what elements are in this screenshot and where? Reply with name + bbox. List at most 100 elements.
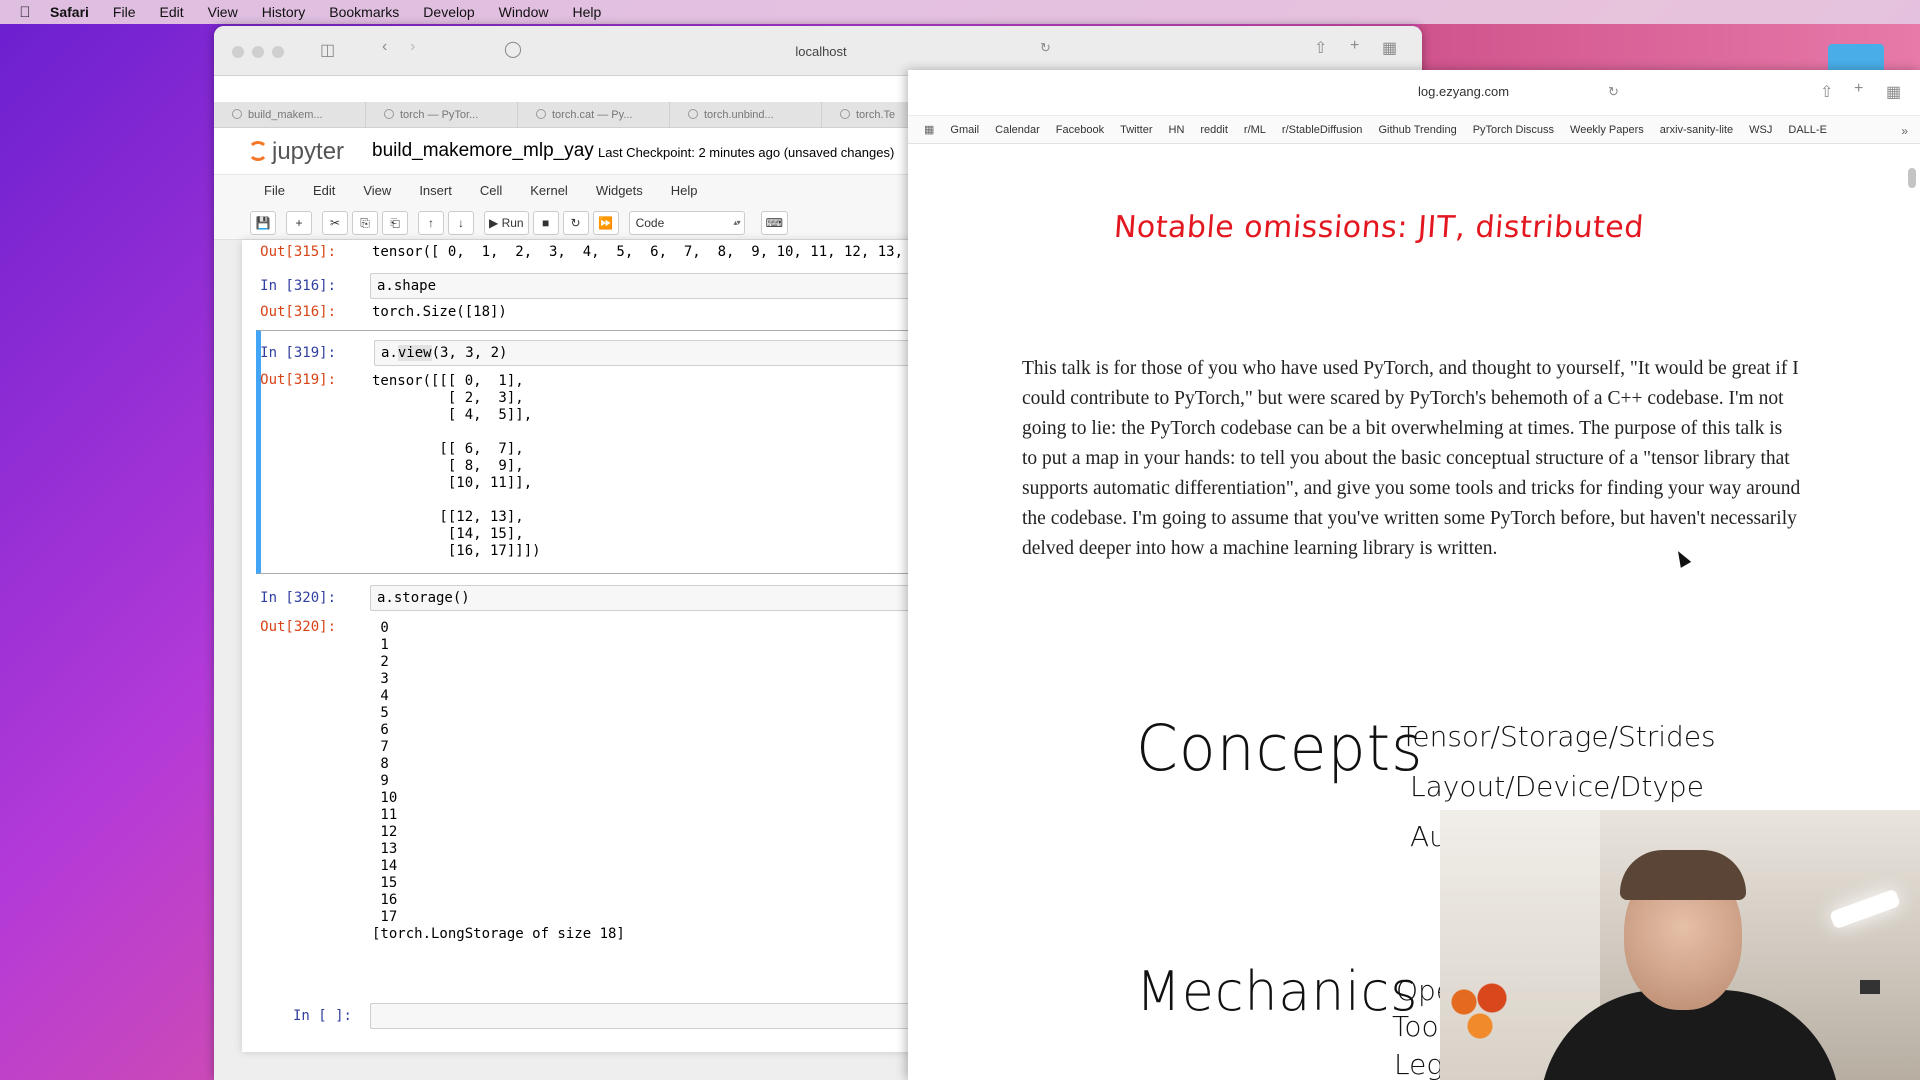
diagram-concepts-title: Concepts <box>1136 712 1424 786</box>
traffic-lights <box>232 46 284 58</box>
diagram-concept-item: Layout/Device/Dtype <box>1410 770 1704 803</box>
webcam-person-hair <box>1620 850 1746 900</box>
output-prompt: Out[315]: <box>260 244 336 260</box>
jp-menu-widgets[interactable]: Widgets <box>596 183 643 198</box>
address-bar[interactable]: localhost <box>576 38 1066 66</box>
input-prompt: In [320]: <box>260 590 336 606</box>
address-bar[interactable]: log.ezyang.com <box>1418 84 1618 99</box>
tab-overview-icon[interactable]: ▦ <box>1382 38 1397 58</box>
bookmark-arxiv-sanity[interactable]: arxiv-sanity-lite <box>1660 124 1733 136</box>
webcam-lamp <box>1829 888 1901 930</box>
minimize-window-button[interactable] <box>252 46 264 58</box>
cell-type-select[interactable]: Code <box>628 210 745 235</box>
forward-arrow-icon[interactable]: › <box>410 38 415 56</box>
webcam-flowers <box>1440 970 1520 1050</box>
reload-icon[interactable]: ↻ <box>1040 40 1051 56</box>
menu-safari[interactable]: Safari <box>50 4 89 20</box>
handwritten-heading: Notable omissions: JIT, distributed <box>1112 210 1646 245</box>
code-token: a. <box>381 345 398 361</box>
loading-icon <box>536 109 546 119</box>
bookmark-facebook[interactable]: Facebook <box>1056 124 1104 136</box>
menu-file[interactable]: File <box>113 4 136 20</box>
menu-edit[interactable]: Edit <box>159 4 183 20</box>
jp-menu-help[interactable]: Help <box>671 183 698 198</box>
grid-icon[interactable]: ▦ <box>924 123 934 136</box>
loading-icon <box>688 109 698 119</box>
webcam-picture-frame <box>1860 980 1880 994</box>
new-tab-icon[interactable]: + <box>1854 80 1863 98</box>
move-down-icon[interactable]: ↓ <box>448 210 474 235</box>
jp-menu-kernel[interactable]: Kernel <box>530 183 568 198</box>
menu-window[interactable]: Window <box>499 4 549 20</box>
jp-menu-insert[interactable]: Insert <box>419 183 452 198</box>
window-toolbar: ◫ ‹ › ◯ localhost ↻ ⇧ + ▦ <box>214 26 1422 76</box>
highlighted-token: view <box>397 345 432 361</box>
menu-help[interactable]: Help <box>572 4 601 20</box>
new-tab-icon[interactable]: + <box>1350 37 1359 55</box>
zoom-window-button[interactable] <box>272 46 284 58</box>
tab-torch[interactable]: torch — PyTor... <box>366 102 518 127</box>
menu-bookmarks[interactable]: Bookmarks <box>329 4 399 20</box>
bookmark-pytorch-discuss[interactable]: PyTorch Discuss <box>1473 124 1554 136</box>
bookmark-weekly-papers[interactable]: Weekly Papers <box>1570 124 1644 136</box>
add-cell-icon[interactable]: + <box>286 210 312 235</box>
code-token: (3, 3, 2) <box>431 345 508 361</box>
jp-menu-cell[interactable]: Cell <box>480 183 502 198</box>
jupyter-logo-icon <box>248 141 268 161</box>
checkpoint-status: Last Checkpoint: 2 minutes ago (unsaved … <box>598 145 895 160</box>
bookmark-calendar[interactable]: Calendar <box>995 124 1040 136</box>
output-prompt: Out[320]: <box>260 619 336 635</box>
bookmark-gmail[interactable]: Gmail <box>950 124 979 136</box>
paste-icon[interactable]: ⎗ <box>382 210 408 235</box>
close-window-button[interactable] <box>232 46 244 58</box>
save-icon[interactable]: 💾 <box>250 210 276 235</box>
bookmark-github-trending[interactable]: Github Trending <box>1378 124 1456 136</box>
share-icon[interactable]: ⇧ <box>1820 82 1833 102</box>
bookmark-reddit[interactable]: reddit <box>1200 124 1228 136</box>
tab-torch-unbind[interactable]: torch.unbind... <box>670 102 822 127</box>
diagram-concept-item: Tensor/Storage/Strides <box>1400 720 1716 753</box>
copy-icon[interactable]: ⎘ <box>352 210 378 235</box>
menu-develop[interactable]: Develop <box>423 4 474 20</box>
restart-icon[interactable]: ↻ <box>562 210 589 235</box>
window-toolbar: log.ezyang.com ↻ ⇧ + ▦ <box>908 70 1920 116</box>
notebook-title[interactable]: build_makemore_mlp_yay <box>372 140 594 162</box>
reload-icon[interactable]: ↻ <box>1608 84 1619 100</box>
tab-torch-cat[interactable]: torch.cat — Py... <box>518 102 670 127</box>
macos-menu-bar:  Safari File Edit View History Bookmark… <box>0 0 1920 24</box>
restart-run-all-icon[interactable]: ⏩ <box>592 210 619 235</box>
privacy-report-icon[interactable]: ◯ <box>504 39 522 59</box>
bookmark-wsj[interactable]: WSJ <box>1749 124 1772 136</box>
cut-icon[interactable]: ✂ <box>322 210 348 235</box>
move-up-icon[interactable]: ↑ <box>418 210 444 235</box>
scrollbar[interactable] <box>1908 168 1916 188</box>
tab-overview-icon[interactable]: ▦ <box>1886 82 1901 102</box>
run-button[interactable]: ▶ Run <box>484 210 529 235</box>
jupyter-logo[interactable]: jupyter <box>248 138 344 166</box>
chevron-right-icon[interactable]: » <box>1901 124 1908 138</box>
menu-view[interactable]: View <box>208 4 238 20</box>
bookmark-dall-e[interactable]: DALL-E <box>1788 124 1827 136</box>
keyboard-icon[interactable]: ⌨ <box>760 210 788 235</box>
stop-icon[interactable]: ■ <box>532 210 559 235</box>
input-prompt: In [ ]: <box>292 1008 352 1024</box>
sidebar-icon[interactable]: ◫ <box>320 40 335 60</box>
bookmark-rml[interactable]: r/ML <box>1244 124 1266 136</box>
apple-icon[interactable]:  <box>0 4 50 21</box>
input-prompt: In [319]: <box>260 345 336 361</box>
bookmark-stablediffusion[interactable]: r/StableDiffusion <box>1282 124 1363 136</box>
menu-history[interactable]: History <box>262 4 306 20</box>
tab-build-makemore[interactable]: build_makem... <box>214 102 366 127</box>
article-paragraph: This talk is for those of you who have u… <box>1022 358 1801 559</box>
jp-menu-file[interactable]: File <box>264 183 285 198</box>
loading-icon <box>384 109 394 119</box>
favorites-bar: ▦ Gmail Calendar Facebook Twitter HN red… <box>908 116 1920 144</box>
bookmark-hn[interactable]: HN <box>1169 124 1185 136</box>
bookmark-twitter[interactable]: Twitter <box>1120 124 1152 136</box>
share-icon[interactable]: ⇧ <box>1314 38 1327 58</box>
loading-icon <box>840 109 850 119</box>
back-arrow-icon[interactable]: ‹ <box>382 38 387 56</box>
jp-menu-edit[interactable]: Edit <box>313 183 335 198</box>
output-prompt: Out[316]: <box>260 304 336 320</box>
jp-menu-view[interactable]: View <box>363 183 391 198</box>
